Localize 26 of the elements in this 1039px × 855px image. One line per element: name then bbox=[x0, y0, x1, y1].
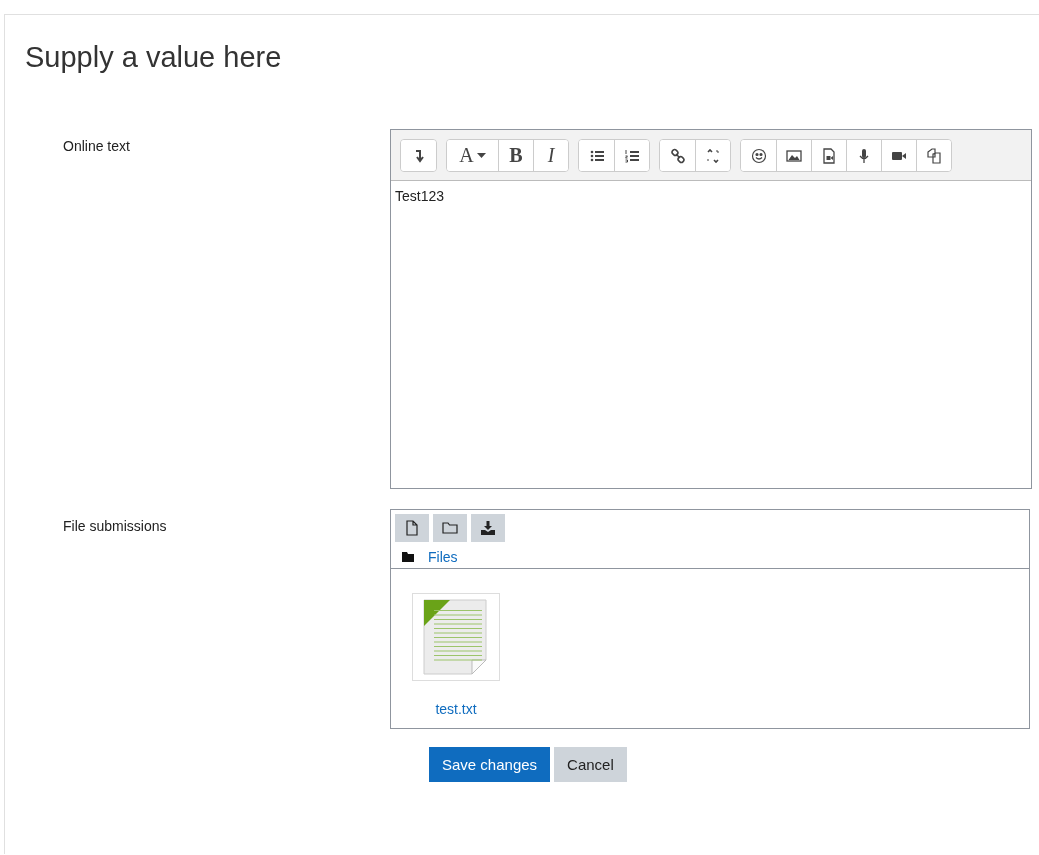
file-name-link[interactable]: test.txt bbox=[435, 701, 477, 717]
italic-button[interactable]: I bbox=[533, 140, 568, 171]
download-icon bbox=[480, 520, 496, 536]
folder-icon bbox=[402, 552, 414, 562]
smiley-icon bbox=[750, 147, 767, 164]
collapse-button[interactable] bbox=[401, 140, 436, 171]
numbered-list-button[interactable] bbox=[614, 140, 649, 171]
field-label: Online text bbox=[63, 138, 130, 154]
link-icon bbox=[669, 147, 686, 164]
file-icon bbox=[404, 520, 420, 536]
download-button[interactable] bbox=[471, 514, 505, 542]
page-title: Supply a value here bbox=[25, 40, 282, 75]
copy-icon bbox=[926, 147, 942, 164]
add-file-button[interactable] bbox=[395, 514, 429, 542]
save-button[interactable]: Save changes bbox=[429, 747, 551, 782]
media-file-icon bbox=[821, 147, 837, 164]
folder-icon bbox=[442, 520, 458, 536]
file-thumbnail[interactable] bbox=[412, 593, 500, 681]
create-folder-button[interactable] bbox=[433, 514, 467, 542]
numbered-list-icon bbox=[624, 147, 640, 164]
caret-icon bbox=[476, 153, 486, 158]
field-label: File submissions bbox=[63, 518, 167, 534]
cancel-button[interactable]: Cancel bbox=[554, 747, 627, 782]
folder-path-link[interactable]: Files bbox=[428, 549, 458, 565]
image-icon bbox=[786, 147, 802, 164]
editor-content-field[interactable]: Test123 bbox=[391, 181, 1031, 488]
